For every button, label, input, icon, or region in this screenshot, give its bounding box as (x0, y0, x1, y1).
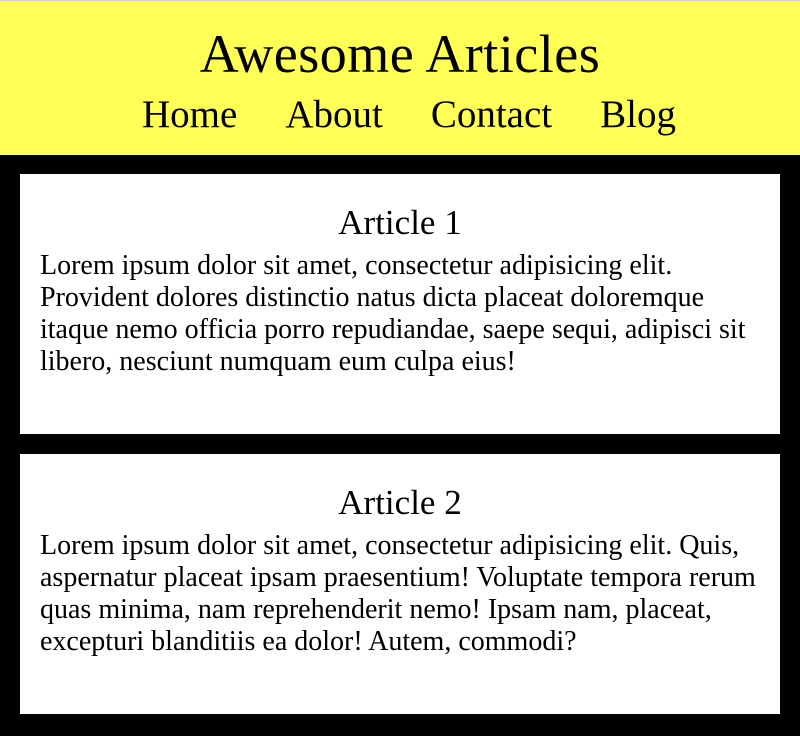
nav-link-contact[interactable]: Contact (431, 93, 552, 137)
site-title: Awesome Articles (199, 24, 601, 84)
article-body: Lorem ipsum dolor sit amet, consectetur … (40, 530, 756, 657)
nav-link-blog[interactable]: Blog (600, 93, 676, 137)
nav-link-home[interactable]: Home (142, 93, 237, 137)
site-header: Awesome Articles Home About Contact Blog (0, 0, 800, 155)
article-card-1: Article 1 Lorem ipsum dolor sit amet, co… (20, 174, 780, 434)
article-body: Lorem ipsum dolor sit amet, consectetur … (40, 250, 746, 377)
article-title: Article 1 (338, 203, 462, 242)
article-card-2: Article 2 Lorem ipsum dolor sit amet, co… (20, 454, 780, 714)
article-title: Article 2 (338, 483, 462, 522)
nav-link-about[interactable]: About (285, 93, 383, 137)
main-nav: Home About Contact Blog (0, 93, 800, 137)
